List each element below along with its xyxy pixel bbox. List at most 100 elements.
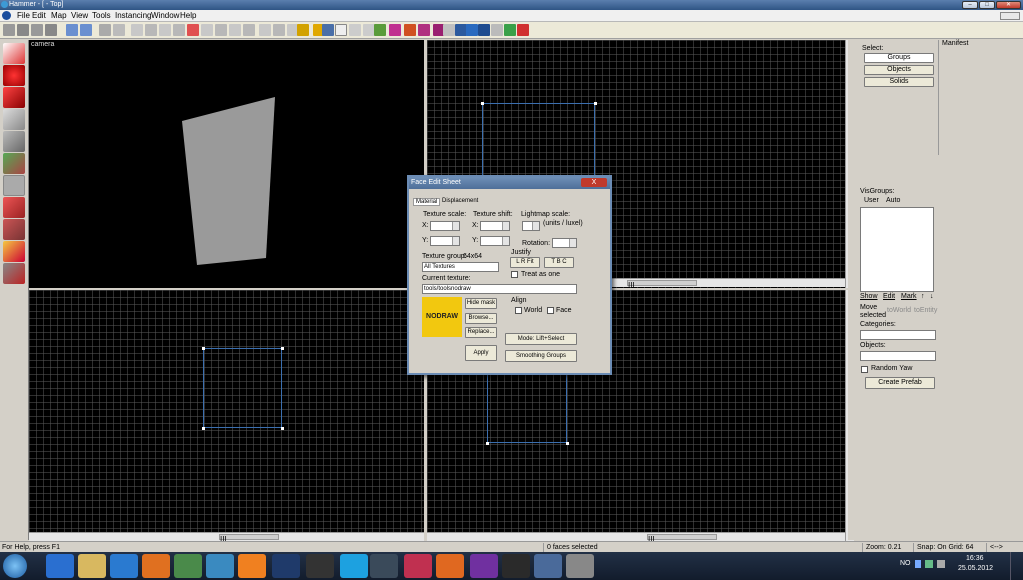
apply-texture-tool-icon[interactable]: [3, 175, 25, 196]
camera-tool-icon[interactable]: [3, 87, 25, 108]
mdi-controls[interactable]: [1000, 12, 1020, 20]
select-groups-button[interactable]: Groups: [864, 53, 934, 63]
skype-taskbar-icon[interactable]: [340, 554, 368, 578]
align-world-checkbox[interactable]: [515, 307, 522, 314]
path-icon[interactable]: [404, 24, 416, 36]
objects-dropdown[interactable]: [860, 351, 936, 361]
udk-taskbar-icon[interactable]: [306, 554, 334, 578]
clip-icon[interactable]: [159, 24, 171, 36]
ie-taskbar-icon[interactable]: [46, 554, 74, 578]
overlay-icon[interactable]: [418, 24, 430, 36]
tab-displacement[interactable]: Displacement: [442, 198, 478, 204]
winrar-taskbar-icon[interactable]: [404, 554, 432, 578]
camera-icon[interactable]: [349, 24, 361, 36]
menu-instancing[interactable]: Instancing: [115, 11, 151, 21]
tray-arrow-icon[interactable]: [915, 560, 921, 568]
apply-button[interactable]: Apply: [465, 345, 497, 361]
ungroup-icon[interactable]: [80, 24, 92, 36]
align-face-checkbox[interactable]: [547, 307, 554, 314]
lightmap-scale-input[interactable]: [522, 221, 540, 231]
entity-tool-icon[interactable]: [3, 109, 25, 130]
browse-button[interactable]: Browse...: [465, 313, 497, 324]
app3-taskbar-icon[interactable]: [534, 554, 562, 578]
network-icon[interactable]: [925, 560, 933, 568]
app4-taskbar-icon[interactable]: [566, 554, 594, 578]
group-icon[interactable]: [66, 24, 78, 36]
select-solids-button[interactable]: Solids: [864, 77, 934, 87]
move-down-icon[interactable]: ↓: [930, 293, 934, 300]
grid-larger-icon[interactable]: [45, 24, 57, 36]
hide-mask-button[interactable]: Hide mask: [465, 298, 497, 309]
visgroups-list[interactable]: [860, 207, 934, 292]
run-map-icon[interactable]: [504, 24, 516, 36]
clock-time[interactable]: 16:36: [966, 555, 984, 562]
shift-y-input[interactable]: [480, 236, 510, 246]
menu-file[interactable]: File: [17, 11, 30, 21]
hscroll-thumb[interactable]: III: [647, 534, 717, 541]
maximize-button[interactable]: □: [979, 1, 995, 9]
snap-icon[interactable]: [243, 24, 255, 36]
texture-application-icon[interactable]: [297, 24, 309, 36]
photoshop-taskbar-icon[interactable]: [272, 554, 300, 578]
vis-mark-button[interactable]: Mark: [901, 293, 917, 300]
close-button[interactable]: ✕: [996, 1, 1021, 9]
firefox-taskbar-icon[interactable]: [142, 554, 170, 578]
autovisgroup-icon[interactable]: [443, 24, 455, 36]
menu-tools[interactable]: Tools: [92, 11, 111, 21]
tab-auto[interactable]: Auto: [886, 197, 900, 204]
to-world-button[interactable]: toWorld: [887, 307, 911, 314]
menu-help[interactable]: Help: [180, 11, 196, 21]
dialog-close-button[interactable]: X: [581, 178, 607, 187]
grid-smaller-icon[interactable]: [31, 24, 43, 36]
explorer-taskbar-icon[interactable]: [78, 554, 106, 578]
shift-x-input[interactable]: [480, 221, 510, 231]
cut-icon[interactable]: [259, 24, 271, 36]
menu-map[interactable]: Map: [51, 11, 67, 21]
hscroll-thumb[interactable]: III: [627, 280, 697, 288]
justify-tbc-buttons[interactable]: T B C: [544, 257, 574, 268]
selection-tool-icon[interactable]: [3, 43, 25, 64]
vis-show-button[interactable]: Show: [860, 293, 878, 300]
to-entity-button[interactable]: toEntity: [914, 307, 937, 314]
texture-lock-icon[interactable]: [187, 24, 199, 36]
compile-icon[interactable]: [517, 24, 529, 36]
app-menu-icon[interactable]: [2, 11, 11, 20]
menu-window[interactable]: Window: [151, 11, 179, 21]
scale-x-input[interactable]: [430, 221, 460, 231]
cubemap-icon[interactable]: [491, 24, 503, 36]
smoothing-groups-button[interactable]: Smoothing Groups: [505, 350, 577, 362]
camera-viewport[interactable]: camera: [29, 40, 424, 288]
move-to-world-icon[interactable]: [215, 24, 227, 36]
selection-icon[interactable]: [335, 24, 347, 36]
hide-icon[interactable]: [478, 24, 490, 36]
photos-taskbar-icon[interactable]: [174, 554, 202, 578]
vlc-taskbar-icon[interactable]: [238, 554, 266, 578]
front-view-hscroll[interactable]: III: [29, 532, 424, 541]
tie-entity-icon[interactable]: [201, 24, 213, 36]
steam-taskbar-icon[interactable]: [370, 554, 398, 578]
hscroll-thumb[interactable]: III: [219, 534, 279, 541]
front-viewport[interactable]: III: [29, 290, 424, 541]
vertex-icon[interactable]: [173, 24, 185, 36]
create-prefab-button[interactable]: Create Prefab: [865, 377, 935, 389]
bounding-box-icon[interactable]: [322, 24, 334, 36]
toggle-helpers-icon[interactable]: [229, 24, 241, 36]
carve-icon[interactable]: [131, 24, 143, 36]
start-button-icon[interactable]: [3, 554, 27, 578]
language-indicator[interactable]: NO: [900, 560, 911, 567]
redo-icon[interactable]: [113, 24, 125, 36]
minimize-button[interactable]: –: [962, 1, 978, 9]
magnify-tool-icon[interactable]: [3, 65, 25, 86]
rotation-input[interactable]: [552, 238, 577, 248]
random-yaw-checkbox[interactable]: [861, 366, 868, 373]
clock-date[interactable]: 25.05.2012: [958, 565, 993, 572]
blender-taskbar-icon[interactable]: [436, 554, 464, 578]
tab-user[interactable]: User: [864, 197, 879, 204]
model-icon[interactable]: [466, 24, 478, 36]
mode-button[interactable]: Mode: Lift+Select: [505, 333, 577, 345]
vis-edit-button[interactable]: Edit: [883, 293, 895, 300]
magnify-icon[interactable]: [374, 24, 386, 36]
side-view-hscroll[interactable]: III: [427, 532, 845, 541]
categories-dropdown[interactable]: [860, 330, 936, 340]
hollow-icon[interactable]: [145, 24, 157, 36]
